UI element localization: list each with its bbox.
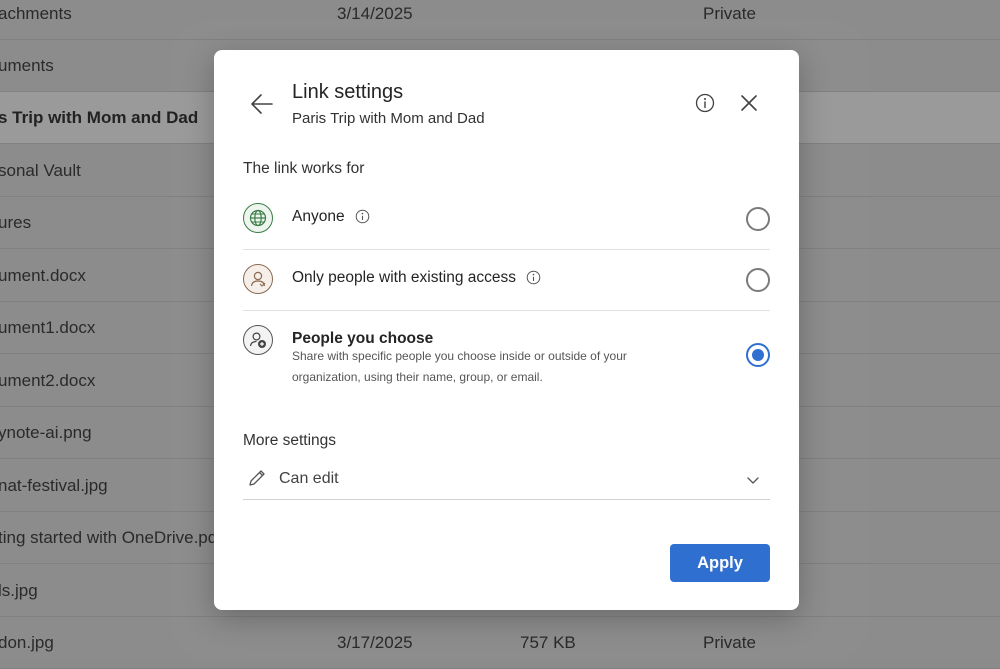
file-sharing: Private (703, 3, 756, 23)
person-add-icon (243, 325, 273, 355)
close-icon[interactable] (739, 93, 759, 113)
dialog-subtitle: Paris Trip with Mom and Dad (292, 110, 485, 127)
file-name: ynote-ai.png (0, 422, 92, 442)
option-existing-access-label: Only people with existing access (292, 269, 517, 286)
file-name: achments (0, 3, 72, 23)
option-anyone[interactable]: Anyone (243, 188, 770, 250)
back-arrow-icon[interactable] (248, 90, 276, 118)
radio-anyone[interactable] (746, 207, 770, 231)
radio-existing-access[interactable] (746, 268, 770, 292)
file-name: nat-festival.jpg (0, 475, 108, 495)
info-icon[interactable] (526, 270, 541, 285)
file-name: uments (0, 55, 54, 75)
dialog-title: Link settings (292, 81, 404, 103)
more-settings-label: More settings (243, 432, 337, 449)
file-name: s Trip with Mom and Dad (0, 107, 199, 127)
file-name: ls.jpg (0, 580, 38, 600)
permission-value: Can edit (279, 470, 339, 487)
file-row[interactable]: achments 3/14/2025 Private (0, 0, 1000, 40)
file-name: ures (0, 212, 32, 232)
file-name: ting started with OneDrive.pdf (0, 527, 222, 547)
permission-dropdown[interactable]: Can edit (243, 463, 770, 500)
option-existing-access[interactable]: Only people with existing access (243, 249, 770, 311)
option-people-you-choose-description: Share with specific people you choose in… (292, 349, 627, 384)
option-people-you-choose[interactable]: People you choose Share with specific pe… (243, 310, 770, 390)
file-name: ument1.docx (0, 317, 96, 337)
file-date: 3/14/2025 (337, 3, 413, 23)
apply-button[interactable]: Apply (670, 544, 770, 582)
option-anyone-label: Anyone (292, 208, 345, 225)
globe-icon (243, 203, 273, 233)
link-works-for-label: The link works for (243, 160, 365, 177)
file-size: 757 KB (520, 632, 576, 652)
person-icon (243, 264, 273, 294)
file-date: 3/17/2025 (337, 632, 413, 652)
file-name: sonal Vault (0, 160, 81, 180)
info-icon[interactable] (695, 93, 715, 113)
file-name: ument.docx (0, 265, 86, 285)
file-name: ument2.docx (0, 370, 96, 390)
info-icon[interactable] (355, 209, 370, 224)
file-sharing: Private (703, 632, 756, 652)
chevron-down-icon (746, 473, 760, 487)
pencil-icon (247, 468, 267, 488)
file-row[interactable]: don.jpg 3/17/2025 757 KB Private (0, 617, 1000, 669)
link-settings-dialog: Link settings Paris Trip with Mom and Da… (214, 50, 799, 610)
radio-people-you-choose[interactable] (746, 343, 770, 367)
file-name: don.jpg (0, 632, 54, 652)
